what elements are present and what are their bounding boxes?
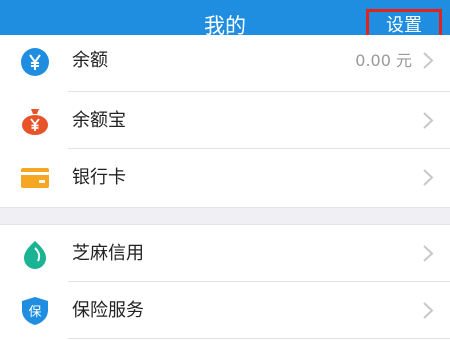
services-section: 芝麻信用 保 保险服务 [0,225,450,340]
money-bag-icon [22,109,48,135]
account-section: 余额 0.00 元 余额宝 银行卡 [0,35,450,207]
menu-item-insurance[interactable]: 保 保险服务 [0,282,450,339]
chevron-right-icon [423,52,434,69]
section-separator [0,207,450,225]
yen-circle-icon [21,48,49,76]
sesame-credit-icon [24,241,46,269]
chevron-right-icon [423,112,434,129]
balance-value: 0.00 元 [355,51,412,70]
menu-item-label: 银行卡 [72,167,126,188]
menu-item-label: 余额 [72,50,108,71]
svg-text:保: 保 [28,305,41,320]
bank-card-icon [21,168,49,188]
menu-item-sesame-credit[interactable]: 芝麻信用 [0,225,450,282]
chevron-right-icon [423,245,434,262]
menu-item-bank-card[interactable]: 银行卡 [0,149,450,206]
menu-item-label: 芝麻信用 [72,243,144,264]
chevron-right-icon [423,302,434,319]
chevron-right-icon [423,169,434,186]
menu-item-label: 保险服务 [72,300,144,321]
menu-item-yuebao[interactable]: 余额宝 [0,92,450,149]
menu-item-label: 余额宝 [72,110,126,131]
insurance-shield-icon: 保 [22,297,48,325]
menu-item-balance[interactable]: 余额 0.00 元 [0,35,450,92]
row-divider [68,338,450,339]
